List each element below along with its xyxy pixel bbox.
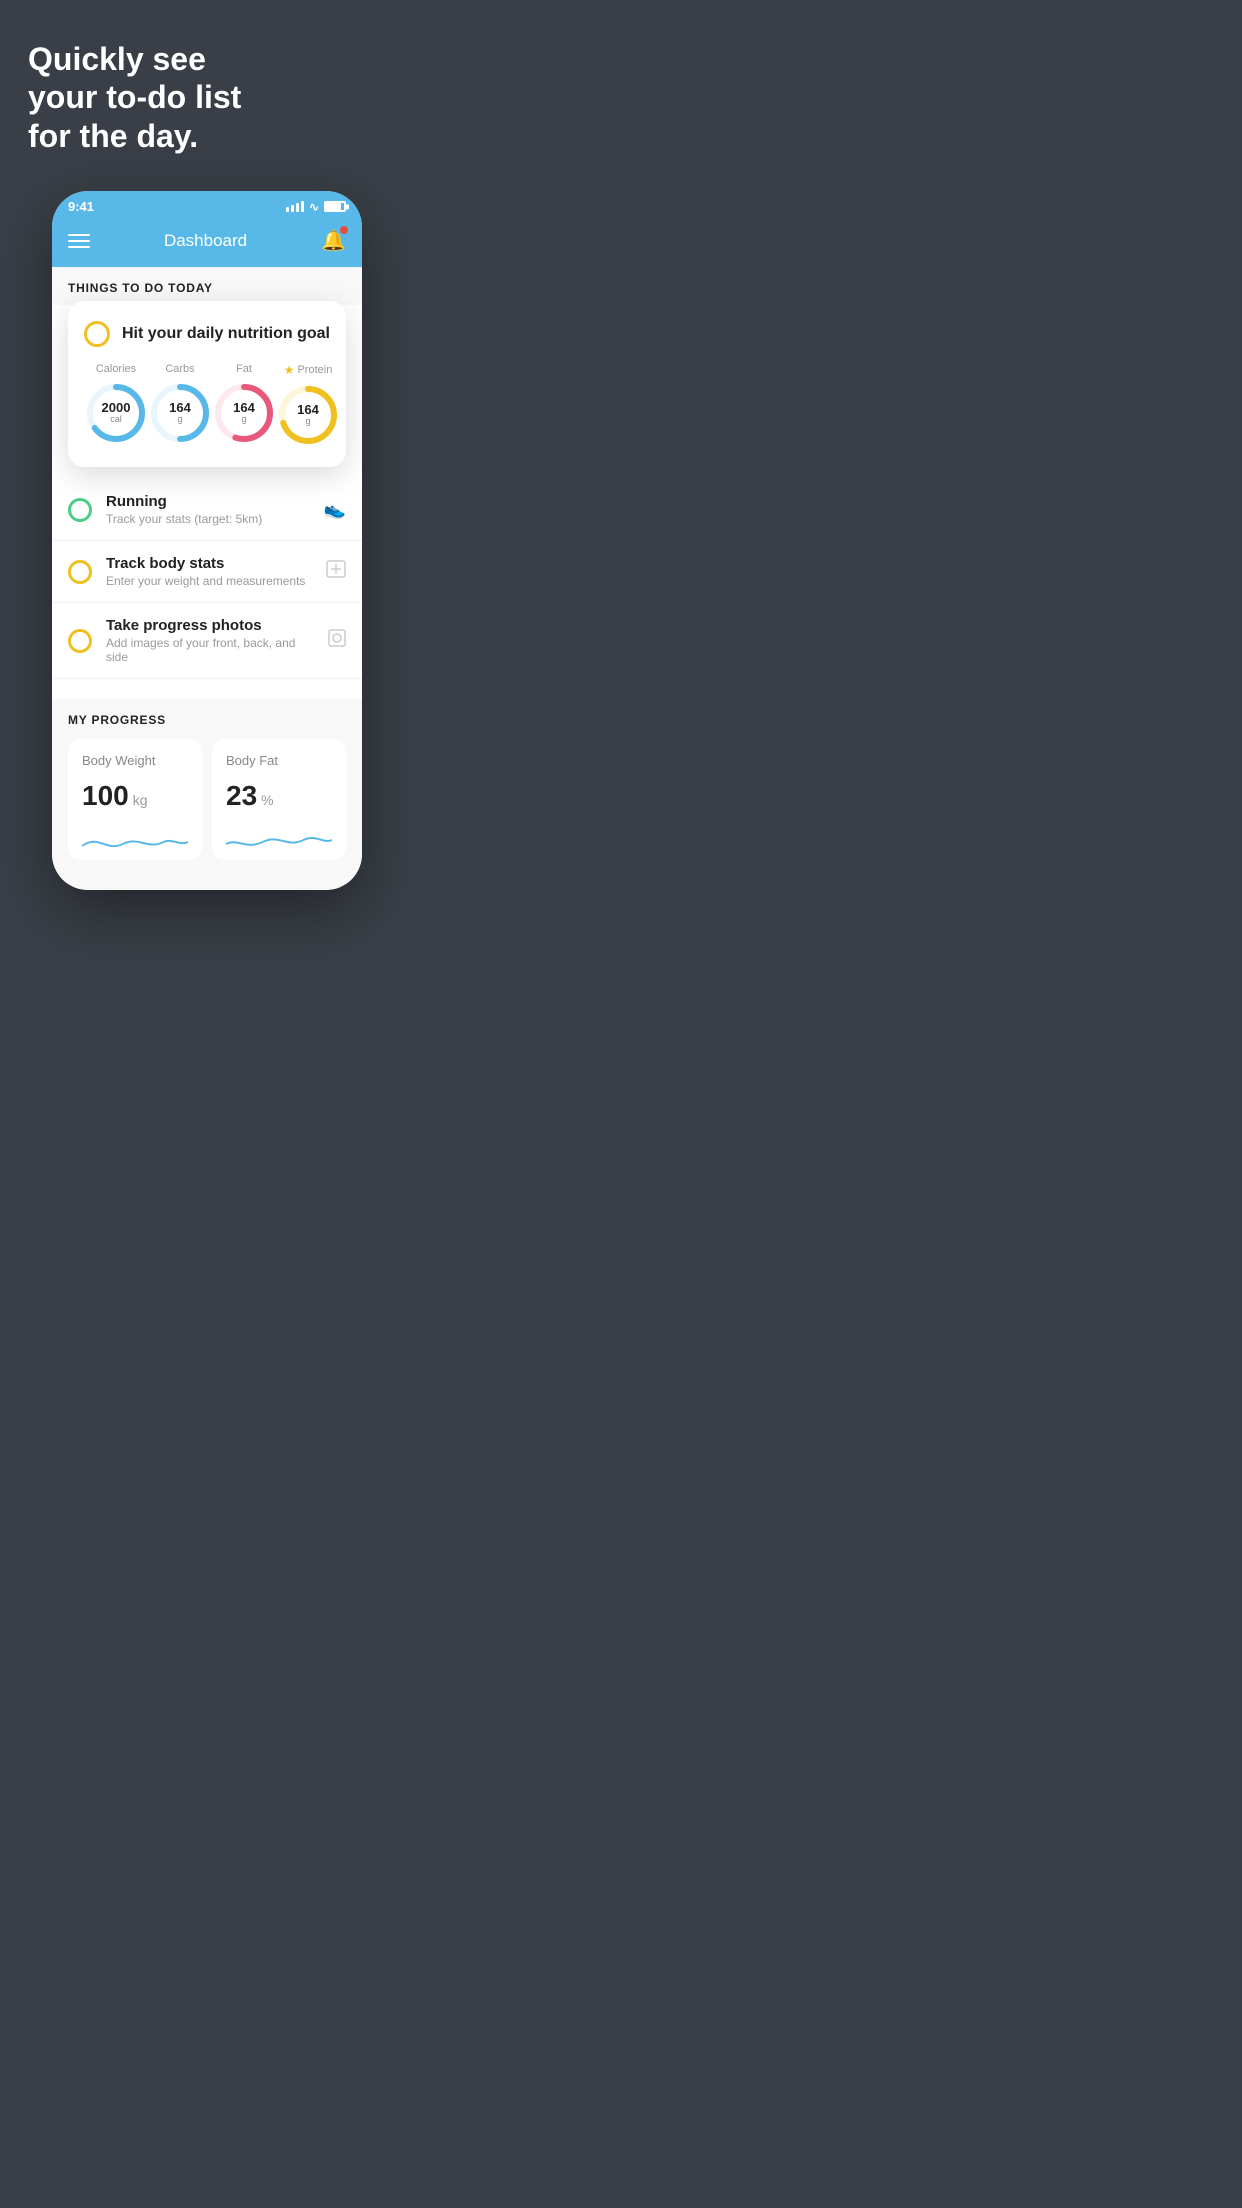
body-weight-value: 100: [82, 780, 129, 812]
body-weight-wave: [82, 824, 188, 860]
todo-item-body-stats[interactable]: Track body stats Enter your weight and m…: [52, 541, 362, 603]
time: 9:41: [68, 199, 94, 214]
calories-value: 2000: [102, 401, 131, 415]
calories-ring: 2000 cal: [84, 381, 148, 445]
nav-title: Dashboard: [164, 231, 247, 251]
card-header: Hit your daily nutrition goal: [84, 321, 330, 347]
fat-value: 164: [233, 401, 255, 415]
carbs-value: 164: [169, 401, 191, 415]
progress-photos-subtitle: Add images of your front, back, and side: [106, 636, 314, 664]
progress-heading: MY PROGRESS: [68, 713, 346, 727]
things-to-do-heading: THINGS TO DO TODAY: [52, 267, 362, 305]
body-fat-value: 23: [226, 780, 257, 812]
body-weight-card[interactable]: Body Weight 100 kg: [68, 739, 202, 860]
phone-mockup: 9:41 ∿ Dashboard 🔔: [52, 191, 362, 890]
running-circle: [68, 498, 92, 522]
nutrition-goal-card: Hit your daily nutrition goal Calories 2…: [68, 301, 346, 467]
nutrition-row: Calories 2000 cal Carbs: [84, 363, 330, 447]
protein-unit: g: [297, 417, 319, 427]
body-fat-wave: [226, 824, 332, 860]
carbs-unit: g: [169, 415, 191, 425]
nutrition-calories: Calories 2000 cal: [84, 363, 148, 445]
wifi-icon: ∿: [309, 200, 319, 214]
body-fat-unit: %: [261, 792, 273, 808]
background: Quickly see your to-do list for the day.…: [0, 0, 414, 890]
body-fat-card[interactable]: Body Fat 23 %: [212, 739, 346, 860]
notification-bell[interactable]: 🔔: [321, 228, 346, 253]
battery-icon: [324, 201, 346, 212]
nutrition-fat: Fat 164 g: [212, 363, 276, 445]
fat-label: Fat: [236, 363, 252, 375]
status-bar: 9:41 ∿: [52, 191, 362, 218]
status-icons: ∿: [286, 200, 346, 214]
body-fat-title: Body Fat: [226, 753, 332, 768]
progress-photos-circle: [68, 629, 92, 653]
carbs-ring: 164 g: [148, 381, 212, 445]
body-fat-value-row: 23 %: [226, 780, 332, 812]
body-stats-icon: [326, 560, 346, 583]
todo-list: Running Track your stats (target: 5km) 👟…: [52, 479, 362, 679]
progress-photos-title: Take progress photos: [106, 617, 314, 634]
progress-cards: Body Weight 100 kg Body Fat 23: [68, 739, 346, 880]
running-icon: 👟: [324, 499, 346, 520]
protein-label: ★Protein: [284, 363, 333, 377]
hamburger-menu[interactable]: [68, 234, 90, 248]
todo-item-running[interactable]: Running Track your stats (target: 5km) 👟: [52, 479, 362, 541]
progress-photos-text: Take progress photos Add images of your …: [106, 617, 314, 664]
body-weight-title: Body Weight: [82, 753, 188, 768]
running-text: Running Track your stats (target: 5km): [106, 493, 310, 526]
goal-check-circle: [84, 321, 110, 347]
body-stats-text: Track body stats Enter your weight and m…: [106, 555, 312, 588]
signal-bars-icon: [286, 201, 304, 212]
protein-value: 164: [297, 403, 319, 417]
todo-item-progress-photos[interactable]: Take progress photos Add images of your …: [52, 603, 362, 679]
nutrition-carbs: Carbs 164 g: [148, 363, 212, 445]
calories-unit: cal: [102, 415, 131, 425]
body-weight-unit: kg: [133, 792, 148, 808]
protein-ring: 164 g: [276, 383, 340, 447]
body-stats-circle: [68, 560, 92, 584]
body-stats-subtitle: Enter your weight and measurements: [106, 574, 312, 588]
progress-photos-icon: [328, 629, 346, 652]
calories-label: Calories: [96, 363, 136, 375]
star-icon: ★: [284, 363, 295, 377]
notification-dot: [340, 226, 348, 234]
progress-section: MY PROGRESS Body Weight 100 kg: [52, 699, 362, 890]
running-title: Running: [106, 493, 310, 510]
nutrition-protein: ★Protein 164 g: [276, 363, 340, 447]
nav-bar: Dashboard 🔔: [52, 218, 362, 267]
fat-unit: g: [233, 415, 255, 425]
running-subtitle: Track your stats (target: 5km): [106, 512, 310, 526]
fat-ring: 164 g: [212, 381, 276, 445]
body-weight-value-row: 100 kg: [82, 780, 188, 812]
carbs-label: Carbs: [165, 363, 194, 375]
hero-text: Quickly see your to-do list for the day.: [28, 40, 386, 155]
body-stats-title: Track body stats: [106, 555, 312, 572]
card-title: Hit your daily nutrition goal: [122, 325, 330, 343]
